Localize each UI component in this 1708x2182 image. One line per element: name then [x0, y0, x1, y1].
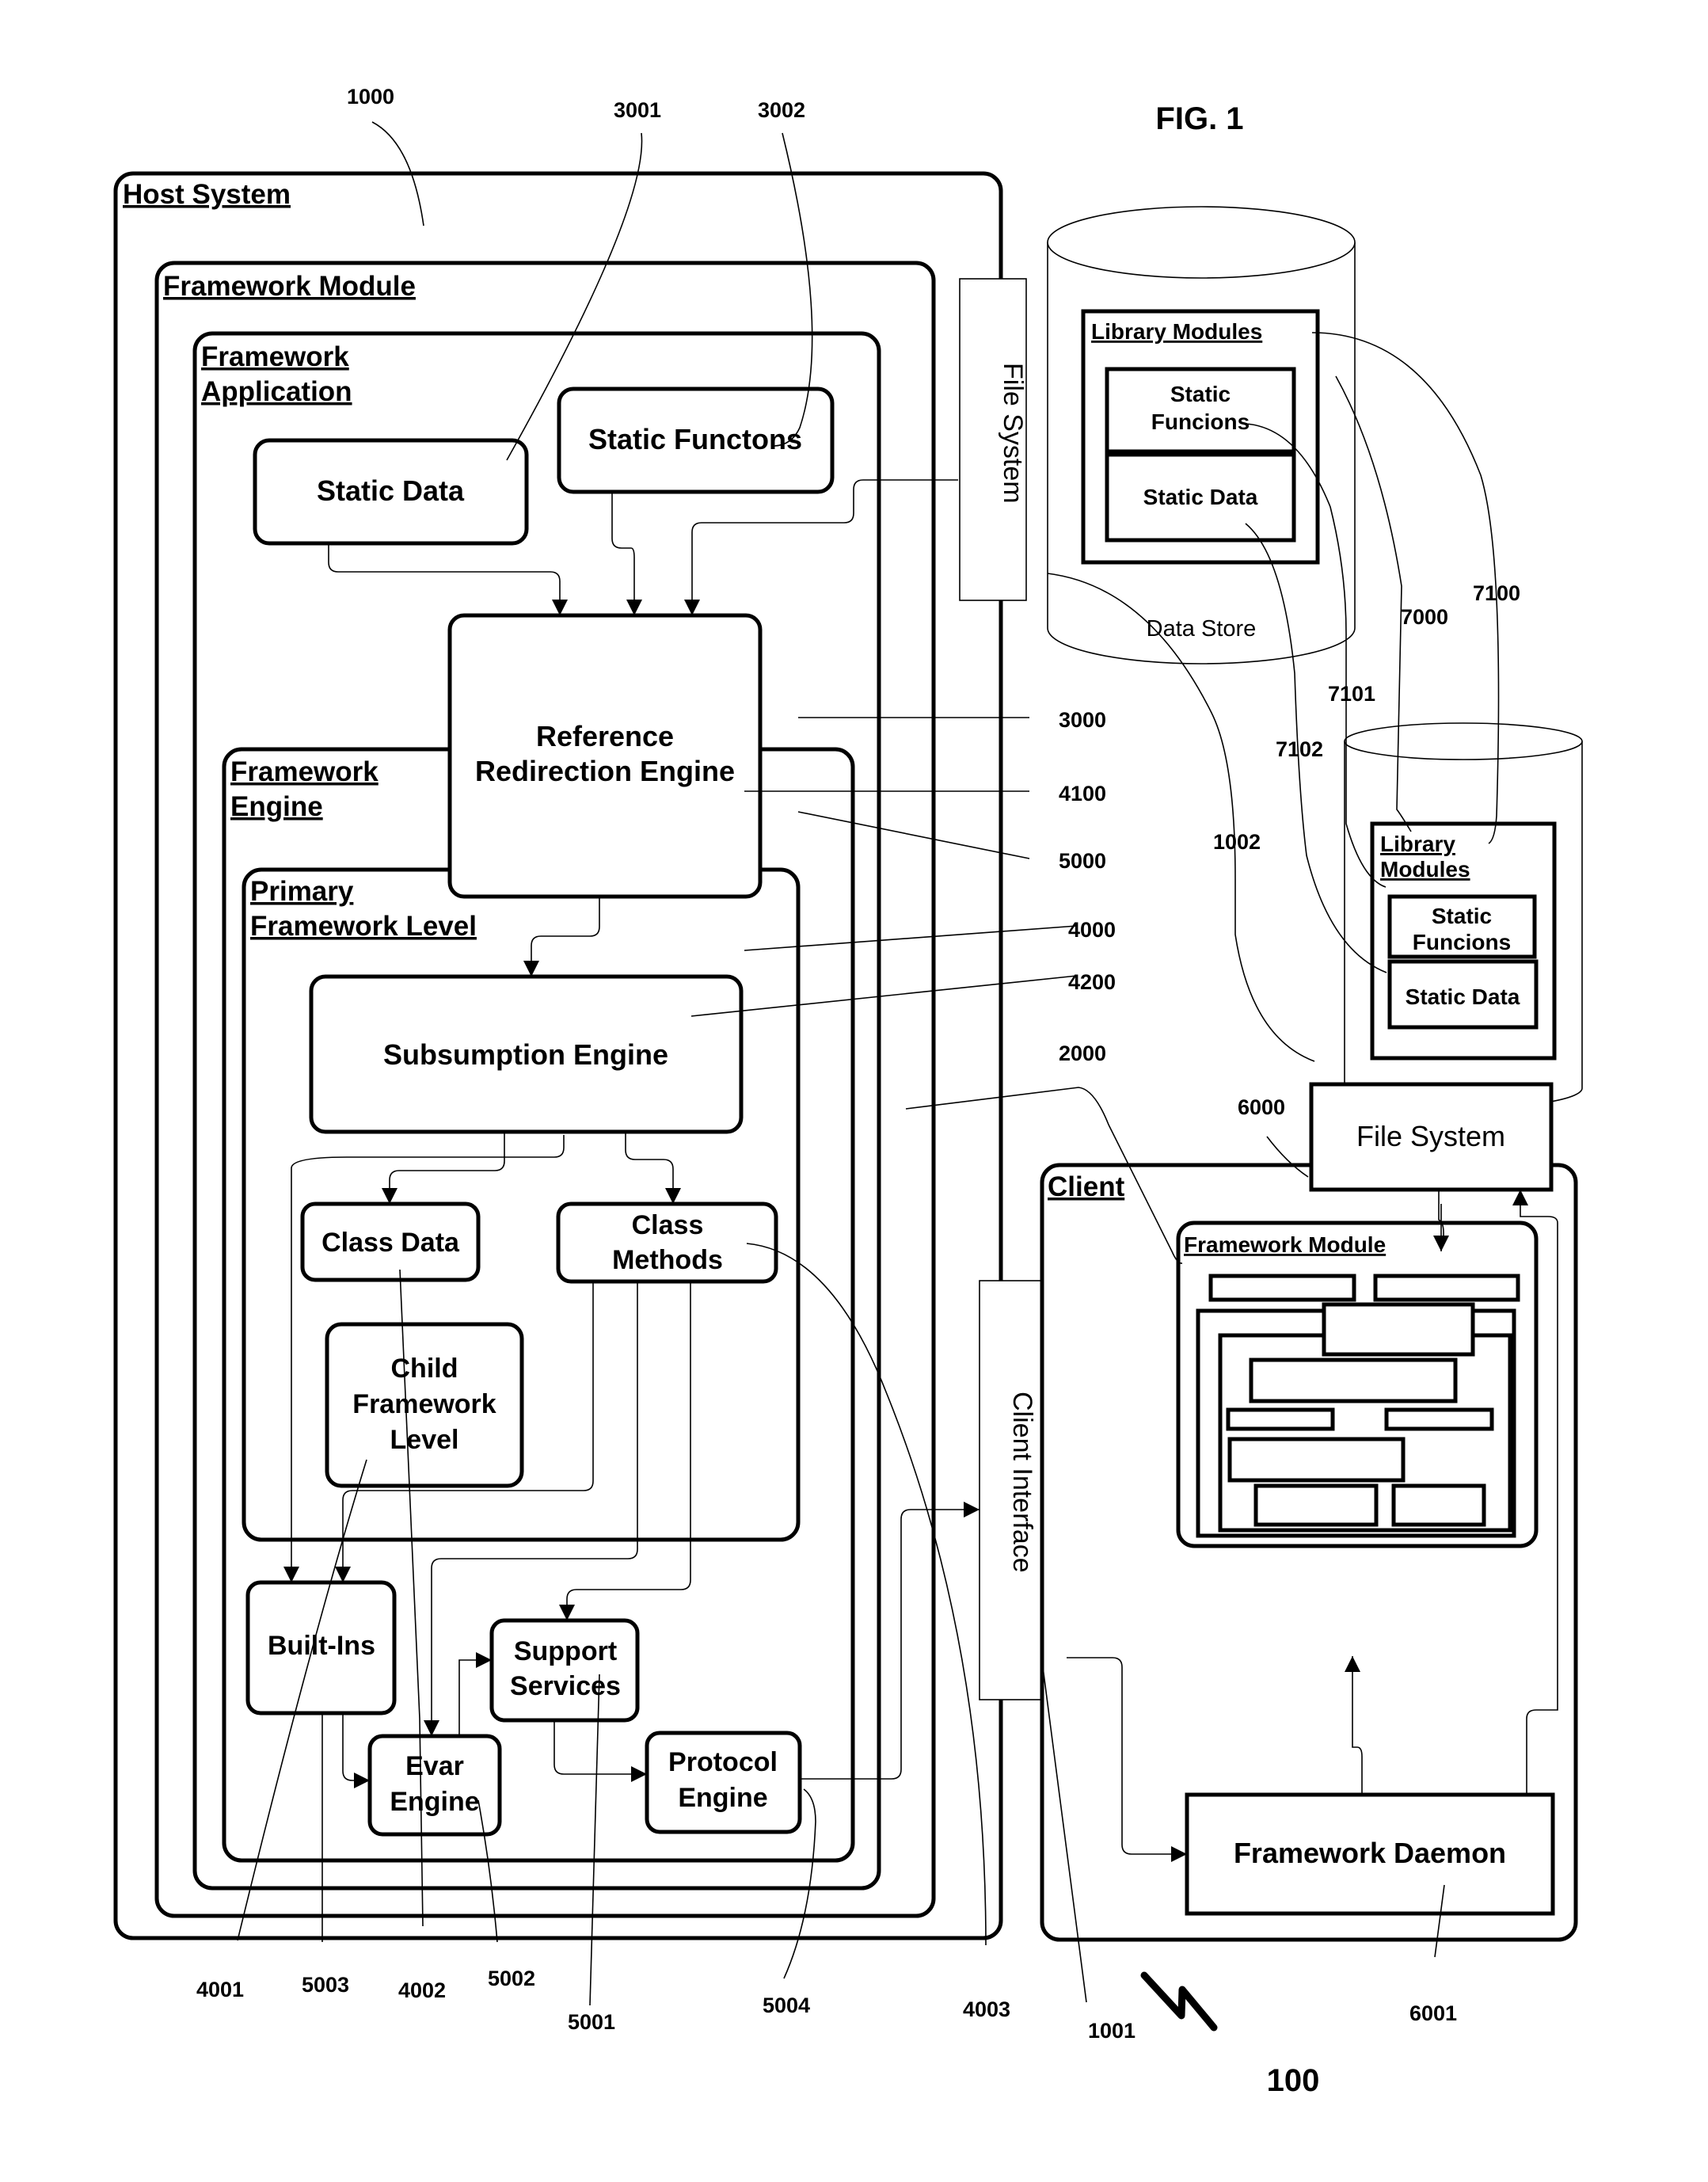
framework-application-line1: Framework	[201, 341, 349, 372]
static-functions-label: Static Functons	[588, 423, 802, 455]
diagram-canvas: FIG. 1 Data Store Library Modules Static…	[113, 85, 1583, 2098]
evar-engine-line1: Evar	[405, 1751, 464, 1781]
ref-5002: 5002	[488, 1967, 535, 1990]
lightning-arrow-icon	[1140, 1971, 1218, 2032]
client-static-data-label: Static Data	[1406, 984, 1520, 1009]
static-data-label: Static Data	[317, 474, 465, 507]
ref-4002: 4002	[398, 1978, 446, 2002]
protocol-engine-line2: Engine	[678, 1783, 767, 1813]
ref-6000: 6000	[1238, 1095, 1285, 1119]
client-interface-label: Client Interface	[1007, 1392, 1037, 1573]
ref-5000: 5000	[1059, 849, 1106, 873]
client-label: Client	[1048, 1171, 1125, 1202]
ref-1002: 1002	[1213, 830, 1261, 854]
rre-line2: Redirection Engine	[475, 755, 735, 787]
figure-title: FIG. 1	[1155, 101, 1243, 136]
ref-7000: 7000	[1401, 605, 1448, 629]
ds-static-data-label: Static Data	[1143, 485, 1258, 509]
child-fl-line3: Level	[390, 1425, 459, 1455]
primary-framework-level-line1: Primary	[250, 876, 354, 907]
framework-module-label: Framework Module	[163, 271, 416, 302]
client-framework-module-label: Framework Module	[1184, 1232, 1386, 1257]
client-static-functions-line2: Funcions	[1413, 930, 1511, 954]
support-services-line2: Services	[510, 1671, 621, 1701]
ref-5003: 5003	[302, 1973, 349, 1997]
ref-5001: 5001	[568, 2010, 615, 2034]
class-methods-line1: Class	[632, 1210, 704, 1240]
framework-engine-line1: Framework	[230, 756, 378, 787]
child-fl-line1: Child	[391, 1354, 458, 1384]
system-ref-100: 100	[1267, 2063, 1320, 2098]
ref-7101: 7101	[1328, 682, 1375, 706]
ref-2000: 2000	[1059, 1041, 1106, 1065]
host-system-label: Host System	[123, 179, 291, 210]
child-fl-line2: Framework	[352, 1389, 496, 1419]
ref-4200: 4200	[1068, 970, 1116, 994]
ref-7102: 7102	[1276, 737, 1323, 761]
framework-application-line2: Application	[201, 376, 352, 407]
ds-static-functions-line1: Static	[1170, 382, 1231, 406]
ref-3001: 3001	[614, 98, 661, 122]
framework-module-miniature	[1196, 1274, 1520, 1538]
ref-7100: 7100	[1473, 581, 1520, 605]
class-data-label: Class Data	[321, 1228, 460, 1258]
ref-6001: 6001	[1409, 2001, 1457, 2025]
ref-5004: 5004	[763, 1994, 810, 2017]
subsumption-engine-label: Subsumption Engine	[383, 1038, 668, 1071]
support-services-line1: Support	[514, 1636, 617, 1666]
ref-3002: 3002	[758, 98, 805, 122]
ref-4000: 4000	[1068, 918, 1116, 942]
framework-engine-line2: Engine	[230, 791, 323, 822]
ref-1000: 1000	[347, 85, 394, 109]
framework-daemon-label: Framework Daemon	[1234, 1837, 1506, 1869]
ref-1001: 1001	[1088, 2019, 1135, 2043]
protocol-engine-line1: Protocol	[668, 1747, 778, 1777]
ref-4001: 4001	[196, 1978, 244, 2001]
client-file-system-label: File System	[1356, 1120, 1505, 1152]
rre-line1: Reference	[536, 720, 674, 752]
file-system-host-label: File System	[998, 363, 1028, 504]
ds-static-functions-line2: Funcions	[1151, 409, 1250, 434]
client-library-modules-line2: Modules	[1380, 857, 1470, 882]
ref-3000: 3000	[1059, 708, 1106, 732]
library-modules-label: Library Modules	[1091, 319, 1262, 344]
ref-4003: 4003	[963, 1997, 1010, 2021]
client-static-functions-line1: Static	[1432, 904, 1492, 928]
ref-4100: 4100	[1059, 782, 1106, 805]
support-services-box[interactable]	[489, 1618, 640, 1723]
evar-engine-line2: Engine	[390, 1787, 479, 1817]
built-ins-label: Built-Ins	[268, 1631, 375, 1661]
class-methods-line2: Methods	[612, 1245, 723, 1275]
primary-framework-level-line2: Framework Level	[250, 911, 477, 942]
client-library-modules-line1: Library	[1380, 832, 1455, 856]
